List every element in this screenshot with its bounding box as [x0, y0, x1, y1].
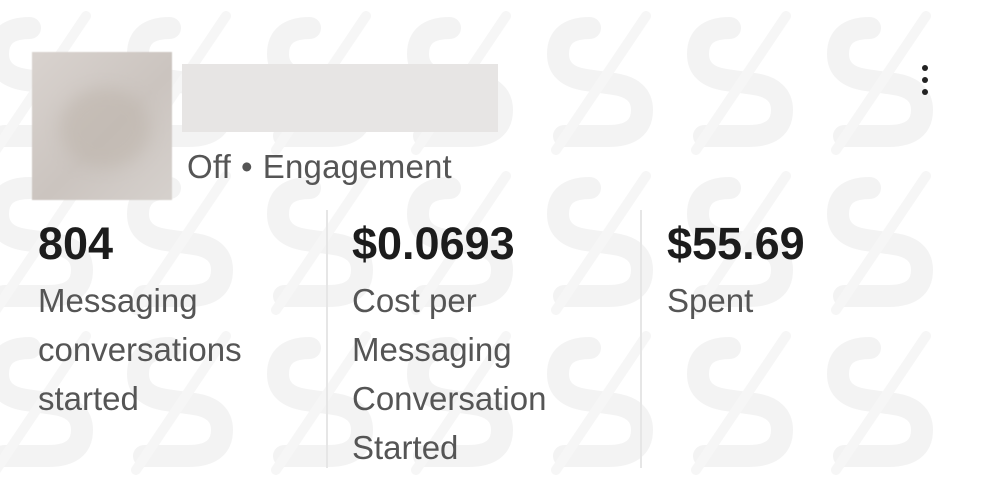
status-text: Off [187, 148, 232, 185]
metric-conversations: 804 Messaging conversations started [38, 218, 308, 423]
objective-text: Engagement [262, 148, 452, 185]
metric-value: $0.0693 [352, 218, 515, 269]
metric-divider [326, 210, 328, 468]
metric-divider [640, 210, 642, 468]
campaign-name-redacted [182, 64, 498, 132]
more-vertical-icon-dot [922, 89, 928, 95]
metric-label: Spent [667, 282, 754, 319]
campaign-thumbnail[interactable] [32, 52, 172, 200]
metric-value: $55.69 [667, 218, 805, 269]
more-vertical-icon [922, 65, 928, 71]
metric-value: 804 [38, 218, 114, 269]
metric-label: Messaging conversations started [38, 282, 242, 417]
more-options-button[interactable] [910, 58, 940, 102]
campaign-status-line: Off • Engagement [187, 148, 452, 188]
more-vertical-icon-dot [922, 77, 928, 83]
separator-dot: • [241, 148, 253, 185]
metric-label: Cost per Messaging Conversation Started [352, 282, 547, 466]
metric-cost-per-conversation: $0.0693 Cost per Messaging Conversation … [352, 218, 622, 472]
campaign-card[interactable]: Off • Engagement 804 Messaging conversatio… [0, 0, 984, 493]
metric-spent: $55.69 Spent [667, 218, 947, 325]
